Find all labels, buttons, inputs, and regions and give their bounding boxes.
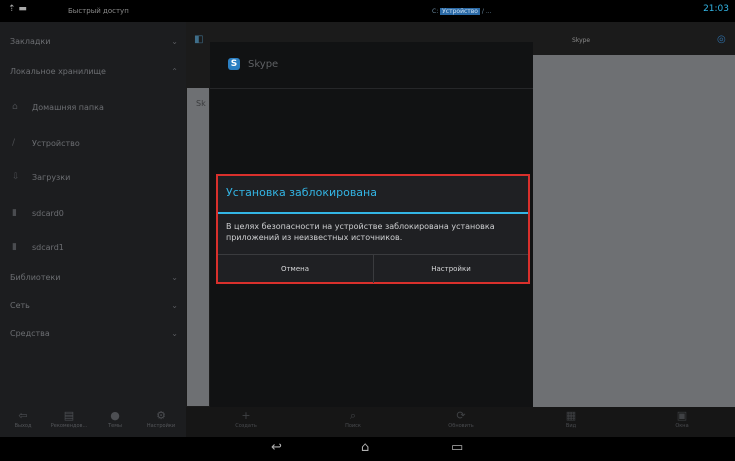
button-label: Обновить — [448, 423, 474, 429]
cancel-button[interactable]: Отмена — [218, 255, 372, 283]
window-icon[interactable]: ◧ — [194, 34, 203, 45]
sidebar-section-network[interactable]: Сеть ⌄ — [0, 292, 186, 322]
themes-icon: ● — [110, 409, 120, 422]
button-label: Создать — [235, 423, 257, 429]
content-strip — [187, 88, 209, 406]
exit-icon: ⇦ — [18, 409, 28, 422]
button-label: Настройки — [146, 423, 176, 429]
sidebar-item-label: Устройство — [32, 139, 80, 148]
skype-panel-header: S Skype — [210, 42, 533, 89]
section-label: Средства — [10, 329, 50, 338]
target-icon[interactable]: ◎ — [717, 34, 726, 45]
settings-button[interactable]: ⚙ Настройки — [138, 407, 184, 437]
path-prefix: С: — [432, 8, 439, 15]
refresh-icon: ⟳ — [456, 409, 466, 422]
back-icon[interactable]: ↩ — [271, 440, 282, 455]
exit-button[interactable]: ⇦ Выход — [0, 407, 46, 437]
chevron-down-icon: ⌄ — [171, 273, 178, 282]
skype-logo-icon: S — [228, 58, 240, 70]
sidebar-item-sdcard1[interactable]: ▮ sdcard1 — [0, 234, 186, 264]
button-label: Поиск — [345, 423, 361, 429]
dialog-title: Установка заблокирована — [226, 186, 377, 199]
home-icon[interactable]: ⌂ — [361, 440, 369, 455]
tab-title: Skype — [572, 37, 591, 44]
skype-panel-title: Skype — [248, 59, 279, 70]
slash-icon: / — [12, 138, 16, 148]
chevron-down-icon: ⌄ — [171, 329, 178, 338]
path-suffix: / ... — [481, 8, 492, 15]
file-label-snippet: Sk — [196, 99, 206, 108]
section-label: Закладки — [10, 37, 51, 46]
navigation-bar: ↩ ⌂ ▭ — [0, 437, 735, 461]
view-button[interactable]: ▦ Вид — [536, 407, 606, 437]
chevron-down-icon: ⌄ — [171, 301, 178, 310]
download-icon: ⇩ — [12, 172, 20, 182]
sidebar-section-libraries[interactable]: Библиотеки ⌄ — [0, 264, 186, 294]
grid-icon: ▦ — [565, 409, 577, 422]
windows-button[interactable]: ▣ Окна — [647, 407, 717, 437]
button-label: Темы — [108, 423, 122, 429]
sdcard-icon: ▮ — [12, 208, 17, 218]
search-button[interactable]: ⌕ Поиск — [318, 407, 388, 437]
sidebar-item-label: sdcard1 — [32, 243, 64, 252]
sidebar-item-home[interactable]: ⌂ Домашняя папка — [0, 94, 186, 124]
section-label: Библиотеки — [10, 273, 61, 282]
sidebar-item-label: Домашняя папка — [32, 103, 104, 112]
button-label: Выход — [14, 423, 32, 429]
sidebar: Закладки ⌄ Локальное хранилище ⌃ ⌂ Домаш… — [0, 22, 186, 437]
status-bar: ⇡ ▬ Быстрый доступ С: Устройство / ... 2… — [0, 0, 735, 22]
content-pane — [533, 55, 735, 407]
gear-icon: ⚙ — [156, 409, 166, 422]
status-left-icons: ⇡ ▬ — [8, 4, 27, 14]
sidebar-item-label: sdcard0 — [32, 209, 64, 218]
sidebar-item-sdcard0[interactable]: ▮ sdcard0 — [0, 200, 186, 230]
themes-button[interactable]: ● Темы — [92, 407, 138, 437]
clock: 21:03 — [703, 4, 729, 14]
plus-icon: + — [241, 409, 251, 422]
chevron-down-icon: ⌄ — [171, 37, 178, 46]
button-label: Окна — [675, 423, 689, 429]
sidebar-toolbar: ⇦ Выход ▤ Рекомендов... ● Темы ⚙ Настрой… — [0, 407, 186, 437]
sidebar-section-local-storage[interactable]: Локальное хранилище ⌃ — [0, 58, 186, 88]
main-toolbar: + Создать ⌕ Поиск ⟳ Обновить ▦ Вид ▣ Окн… — [186, 407, 735, 437]
settings-button[interactable]: Настройки — [373, 255, 528, 283]
sidebar-item-label: Загрузки — [32, 173, 71, 182]
windows-icon: ▣ — [676, 409, 688, 422]
sidebar-item-device[interactable]: / Устройство — [0, 130, 186, 160]
chevron-up-icon: ⌃ — [171, 67, 178, 76]
sdcard-icon: ▮ — [12, 242, 17, 252]
refresh-button[interactable]: ⟳ Обновить — [426, 407, 496, 437]
search-icon: ⌕ — [349, 409, 357, 422]
recommend-icon: ▤ — [63, 409, 75, 422]
section-label: Сеть — [10, 301, 30, 310]
button-label: Вид — [565, 423, 577, 429]
install-blocked-dialog: Установка заблокирована В целях безопасн… — [216, 174, 530, 284]
quick-access-label[interactable]: Быстрый доступ — [68, 7, 129, 15]
path-highlight: Устройство — [440, 8, 480, 15]
recents-icon[interactable]: ▭ — [451, 440, 463, 455]
path-indicator: С: Устройство / ... — [432, 8, 492, 15]
sidebar-section-tools[interactable]: Средства ⌄ — [0, 320, 186, 350]
button-label: Рекомендов... — [50, 423, 88, 429]
home-icon: ⌂ — [12, 102, 18, 112]
create-button[interactable]: + Создать — [211, 407, 281, 437]
dialog-message: В целях безопасности на устройстве забло… — [226, 222, 495, 242]
recommended-button[interactable]: ▤ Рекомендов... — [46, 407, 92, 437]
sidebar-item-downloads[interactable]: ⇩ Загрузки — [0, 164, 186, 194]
sidebar-section-bookmarks[interactable]: Закладки ⌄ — [0, 28, 186, 58]
section-label: Локальное хранилище — [10, 67, 106, 76]
dialog-buttons: Отмена Настройки — [218, 254, 528, 283]
dialog-divider — [218, 212, 528, 214]
